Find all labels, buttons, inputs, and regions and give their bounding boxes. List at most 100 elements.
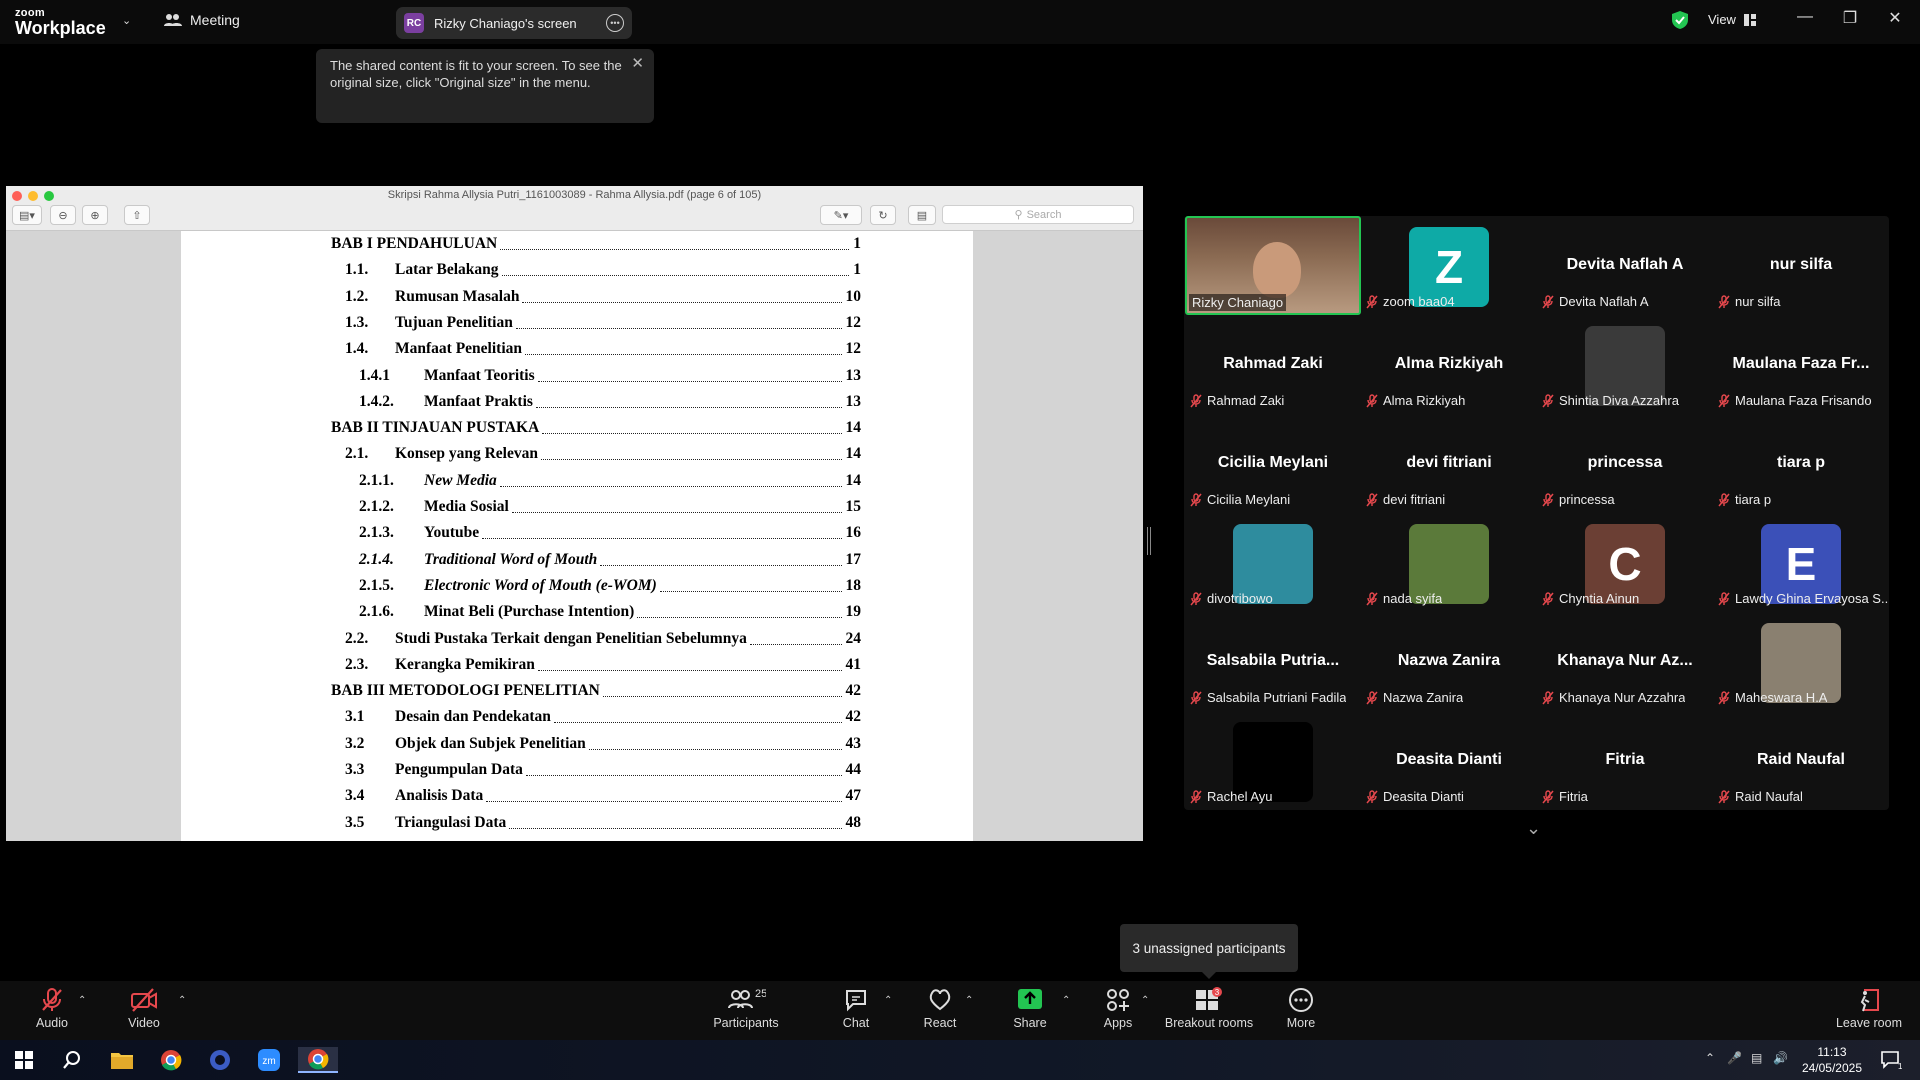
participant-tile[interactable]: Raid Naufal Raid Naufal bbox=[1713, 711, 1889, 810]
react-options-caret-icon[interactable]: ⌃ bbox=[965, 995, 973, 1006]
toc-entry[interactable]: 1.4. Manfaat Penelitian 12 bbox=[181, 340, 973, 366]
network-icon[interactable]: ▤ bbox=[1751, 1051, 1762, 1065]
close-icon[interactable]: ✕ bbox=[1880, 8, 1910, 28]
toc-entry[interactable]: 2.1.3. Youtube 16 bbox=[181, 524, 973, 550]
split-divider-handle[interactable] bbox=[1147, 527, 1151, 555]
toc-entry-page: 14 bbox=[845, 471, 862, 489]
toc-entry[interactable]: 3.4 Analisis Data 47 bbox=[181, 787, 973, 813]
minimize-icon[interactable]: — bbox=[1790, 8, 1820, 26]
apps-button[interactable]: Apps bbox=[1073, 987, 1163, 1030]
toc-entry[interactable]: 2.3. Kerangka Pemikiran 41 bbox=[181, 656, 973, 682]
chrome-icon[interactable] bbox=[151, 1047, 191, 1073]
sidebar-toggle-icon[interactable]: ▤▾ bbox=[12, 205, 42, 225]
markup-icon[interactable]: ✎▾ bbox=[820, 205, 862, 225]
toc-entry[interactable]: 3.1 Desain dan Pendekatan 42 bbox=[181, 708, 973, 734]
participant-tile[interactable]: E Lawdy Ghina Ervayosa S... bbox=[1713, 513, 1889, 612]
toc-entry[interactable]: 3.3 Pengumpulan Data 44 bbox=[181, 761, 973, 787]
participant-tile[interactable]: Cicilia Meylani Cicilia Meylani bbox=[1185, 414, 1361, 513]
toc-entry[interactable]: 1.2. Rumusan Masalah 10 bbox=[181, 288, 973, 314]
restore-icon[interactable]: ❐ bbox=[1835, 8, 1865, 28]
toc-entry[interactable]: 2.1.4. Traditional Word of Mouth 17 bbox=[181, 551, 973, 577]
microphone-icon[interactable]: 🎤 bbox=[1727, 1051, 1742, 1065]
participant-tile[interactable]: Maheswara H.A bbox=[1713, 612, 1889, 711]
audio-button[interactable]: Audio bbox=[7, 987, 97, 1030]
participant-tile[interactable]: divotribowo bbox=[1185, 513, 1361, 612]
toc-entry[interactable]: BAB II TINJAUAN PUSTAKA 14 bbox=[181, 419, 973, 445]
participant-tile[interactable]: Devita Naflah A Devita Naflah A bbox=[1537, 216, 1713, 315]
video-options-caret-icon[interactable]: ⌃ bbox=[178, 995, 186, 1006]
more-button[interactable]: More bbox=[1256, 987, 1346, 1030]
apps-options-caret-icon[interactable]: ⌃ bbox=[1141, 995, 1149, 1006]
leave-room-button[interactable]: Leave room bbox=[1824, 987, 1914, 1030]
react-button[interactable]: React bbox=[895, 987, 985, 1030]
participant-tile[interactable]: Shintia Diva Azzahra bbox=[1537, 315, 1713, 414]
zoom-taskbar-icon[interactable]: zm bbox=[249, 1047, 289, 1073]
toc-entry[interactable]: 2.1.2. Media Sosial 15 bbox=[181, 498, 973, 524]
system-clock[interactable]: 11:13 24/05/2025 bbox=[1802, 1044, 1862, 1076]
participant-tile[interactable]: Rachel Ayu bbox=[1185, 711, 1361, 810]
participant-tile[interactable]: Deasita Dianti Deasita Dianti bbox=[1361, 711, 1537, 810]
share-icon[interactable]: ⇧ bbox=[124, 205, 150, 225]
volume-icon[interactable]: 🔊 bbox=[1773, 1051, 1788, 1065]
zoom-in-icon[interactable]: ⊕ bbox=[82, 205, 108, 225]
form-icon[interactable]: ▤ bbox=[908, 205, 936, 225]
toc-entry[interactable]: BAB I PENDAHULUAN 1 bbox=[181, 235, 973, 261]
video-button[interactable]: Video bbox=[99, 987, 189, 1030]
participant-tile[interactable]: princessa princessa bbox=[1537, 414, 1713, 513]
share-options-caret-icon[interactable]: ⌃ bbox=[1062, 995, 1070, 1006]
toc-entry[interactable]: 2.1.5. Electronic Word of Mouth (e-WOM) 18 bbox=[181, 577, 973, 603]
show-hidden-icons-icon[interactable]: ⌃ bbox=[1705, 1051, 1715, 1065]
zoom-out-icon[interactable]: ⊖ bbox=[50, 205, 76, 225]
participant-tile[interactable]: Salsabila Putria... Salsabila Putriani Fa… bbox=[1185, 612, 1361, 711]
chevron-down-icon[interactable]: ⌄ bbox=[122, 14, 131, 27]
participants-button[interactable]: 25 Participants bbox=[701, 987, 791, 1030]
shared-screen-view[interactable]: Skripsi Rahma Allysia Putri_1161003089 -… bbox=[6, 186, 1143, 841]
browser-app-icon[interactable] bbox=[200, 1047, 240, 1073]
toc-entry[interactable]: 1.4.2. Manfaat Praktis 13 bbox=[181, 393, 973, 419]
meeting-menu[interactable]: Meeting bbox=[164, 12, 240, 28]
participant-tile[interactable]: Khanaya Nur Az... Khanaya Nur Azzahra bbox=[1537, 612, 1713, 711]
chevron-down-icon[interactable]: ⌄ bbox=[1526, 818, 1541, 839]
breakout-rooms-button[interactable]: 3 Breakout rooms bbox=[1164, 987, 1254, 1030]
chat-button[interactable]: Chat bbox=[811, 987, 901, 1030]
participant-tile[interactable]: devi fitriani devi fitriani bbox=[1361, 414, 1537, 513]
more-options-icon[interactable]: ••• bbox=[606, 14, 624, 32]
participant-tile[interactable]: tiara p tiara p bbox=[1713, 414, 1889, 513]
audio-options-caret-icon[interactable]: ⌃ bbox=[78, 995, 86, 1006]
rotate-icon[interactable]: ↻ bbox=[870, 205, 896, 225]
chat-options-caret-icon[interactable]: ⌃ bbox=[884, 995, 892, 1006]
participant-tile[interactable]: Rahmad Zaki Rahmad Zaki bbox=[1185, 315, 1361, 414]
toc-entry[interactable]: 3.5 Triangulasi Data 48 bbox=[181, 814, 973, 840]
toc-entry[interactable]: 2.1. Konsep yang Relevan 14 bbox=[181, 445, 973, 471]
shared-screen-pill[interactable]: RC Rizky Chaniago's screen ••• bbox=[396, 7, 632, 39]
windows-start-icon[interactable] bbox=[4, 1047, 44, 1073]
toc-entry[interactable]: 1.3. Tujuan Penelitian 12 bbox=[181, 314, 973, 340]
participant-tile[interactable]: Alma Rizkiyah Alma Rizkiyah bbox=[1361, 315, 1537, 414]
toc-entry[interactable]: 3.2 Objek dan Subjek Penelitian 43 bbox=[181, 735, 973, 761]
notification-icon[interactable]: 1 bbox=[1880, 1050, 1903, 1071]
participant-tile[interactable]: Fitria Fitria bbox=[1537, 711, 1713, 810]
toc-entry[interactable]: 1.1. Latar Belakang 1 bbox=[181, 261, 973, 287]
chrome-active-icon[interactable] bbox=[298, 1047, 338, 1073]
toc-entry[interactable]: 2.1.6. Minat Beli (Purchase Intention) 19 bbox=[181, 603, 973, 629]
close-tooltip-icon[interactable]: ✕ bbox=[631, 55, 644, 72]
toc-entry[interactable]: 2.1.1. New Media 14 bbox=[181, 472, 973, 498]
participant-tile[interactable]: Zzoom baa04 bbox=[1361, 216, 1537, 315]
toc-entry[interactable]: 1.4.1 Manfaat Teoritis 13 bbox=[181, 367, 973, 393]
pdf-search-field[interactable]: ⚲ Search bbox=[942, 205, 1134, 224]
share-screen-button[interactable]: Share bbox=[985, 987, 1075, 1030]
participant-tile[interactable]: nada syifa bbox=[1361, 513, 1537, 612]
toc-leader-dots bbox=[512, 498, 842, 513]
view-button[interactable]: View bbox=[1708, 12, 1756, 27]
file-explorer-icon[interactable] bbox=[102, 1047, 142, 1073]
participant-tile[interactable]: nur silfa nur silfa bbox=[1713, 216, 1889, 315]
participant-tile[interactable]: Maulana Faza Fr... Maulana Faza Frisando bbox=[1713, 315, 1889, 414]
toc-entry[interactable]: BAB III METODOLOGI PENELITIAN 42 bbox=[181, 682, 973, 708]
participant-tile[interactable]: Nazwa Zanira Nazwa Zanira bbox=[1361, 612, 1537, 711]
shield-icon[interactable] bbox=[1672, 11, 1688, 29]
participant-tile[interactable]: Rizky Chaniago bbox=[1185, 216, 1361, 315]
participant-tile[interactable]: C Chyntia Ainun bbox=[1537, 513, 1713, 612]
toc-entry[interactable]: 2.2. Studi Pustaka Terkait dengan Penelit… bbox=[181, 630, 973, 656]
search-icon[interactable] bbox=[52, 1047, 92, 1073]
zoom-workplace-logo[interactable]: zoom Workplace bbox=[15, 8, 106, 38]
